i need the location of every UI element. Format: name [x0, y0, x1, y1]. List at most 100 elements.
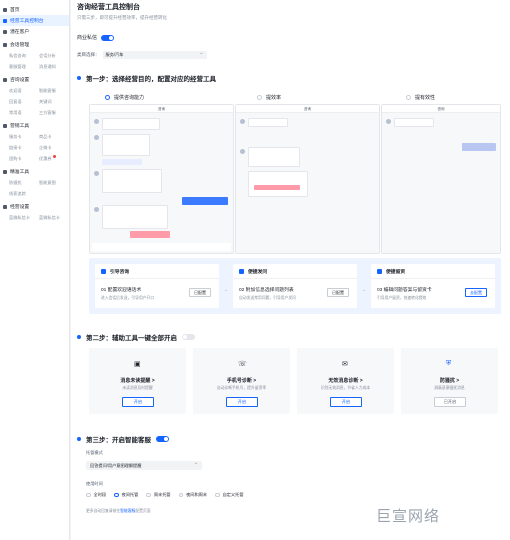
- target-icon: [3, 169, 7, 174]
- flow-card-title: 03 编辑问题答案与留资卡: [377, 288, 432, 293]
- purpose-option-efficiency[interactable]: 提效率: [257, 94, 281, 101]
- radio-icon: [215, 492, 220, 498]
- phone-header: 咨询: [236, 105, 379, 113]
- chat-bubble: [102, 159, 142, 165]
- sidebar-group-precise[interactable]: 精准工具: [0, 166, 69, 177]
- sidebar-item-console[interactable]: 经营工具控制台: [0, 15, 69, 26]
- time-option[interactable]: 夜间托管: [114, 492, 138, 498]
- time-options: 全时段 夜间托管 周末托管 夜间和周末 自定义托管: [86, 492, 252, 498]
- form-icon: [377, 269, 382, 274]
- sidebar-sub-item[interactable]: 线索追踪: [9, 188, 39, 199]
- sidebar: 首页 经营工具控制台 潜在客户 会话管理 私信咨询 会话分析 客服管理 消息通知…: [0, 0, 70, 540]
- sidebar-sub-item[interactable]: 智能客服: [39, 85, 69, 96]
- chat-bubble: [248, 171, 308, 197]
- industry-select[interactable]: 服务/汽车: [102, 49, 207, 59]
- industry-label: 类目选择：: [77, 52, 100, 57]
- phone-icon: ☏: [238, 361, 247, 368]
- sidebar-sub-item[interactable]: 客服管理: [9, 61, 39, 72]
- sidebar-group-marketing[interactable]: 营销工具: [0, 120, 69, 131]
- step3-title: 第三步：开启智能客服: [77, 434, 169, 444]
- mode-label: 托管模式: [86, 450, 103, 455]
- sidebar-sub-item[interactable]: 关键词: [39, 96, 69, 107]
- tool-title-link[interactable]: 无效消息诊断 >: [297, 377, 394, 384]
- configure-button[interactable]: 去配置: [465, 288, 487, 297]
- sidebar-item-customers[interactable]: 潜在客户: [0, 26, 69, 37]
- mode-select[interactable]: 回答提问/用户意图理解提醒: [86, 459, 202, 470]
- purpose-option-effective[interactable]: 提有效性: [406, 94, 435, 101]
- sidebar-item-home[interactable]: 首页: [0, 4, 69, 15]
- phone-preview-2: 咨询: [235, 104, 380, 254]
- chat-bubble-user: [462, 143, 496, 151]
- sidebar-sub-item[interactable]: 团购卡: [9, 153, 39, 164]
- form-submit-preview: [130, 231, 170, 238]
- time-option[interactable]: 自定义托管: [215, 492, 244, 498]
- sidebar-sub-item[interactable]: 蓝微私信卡: [39, 212, 69, 223]
- phone-input-bar: [92, 243, 231, 251]
- tool-desc: 屏蔽恶意骚扰消息: [434, 386, 465, 390]
- sidebar-group-account[interactable]: 经营设置: [0, 201, 69, 212]
- tool-desc: 识别无效消息，节省人力成本: [320, 386, 371, 390]
- sidebar-group-conversation[interactable]: 会话管理: [0, 39, 69, 50]
- account-icon: [3, 204, 7, 209]
- tool-card-phone: ☏ 手机号诊断 > 自动诊断手机号，提升留资率 开启: [193, 348, 290, 414]
- shield-icon: ⛨: [446, 360, 452, 367]
- phone-header: 咨询: [382, 105, 500, 113]
- step-dot: [77, 335, 81, 339]
- tool-title-link[interactable]: 防骚扰 >: [401, 377, 498, 384]
- page-subtitle: 只需三步，即可提升经营效率，提升经营转化: [77, 15, 167, 20]
- industry-row: 类目选择： 服务/汽车: [77, 49, 207, 59]
- avatar: [94, 171, 99, 176]
- enable-button[interactable]: 开启: [122, 397, 154, 407]
- step2-title: 第二步：辅助工具一键全部开启: [77, 332, 195, 342]
- flow-card-desc: 进入会话后发送，引导用户开口: [101, 296, 155, 300]
- tool-card-unread: ▣ 消息未读提醒 > 未读消息及时提醒 开启: [89, 348, 186, 414]
- enable-button[interactable]: 开启: [226, 397, 258, 407]
- radio-icon: [406, 95, 411, 100]
- step3-toggle[interactable]: [156, 436, 169, 442]
- tool-card-invalid: ✉ 无效消息诊断 > 识别无效消息，节省人力成本 开启: [297, 348, 394, 414]
- chat-bubble-user: [182, 197, 228, 205]
- avatar: [240, 149, 245, 154]
- sidebar-sub-item[interactable]: 回复语: [9, 96, 39, 107]
- tool-title-link[interactable]: 消息未读提醒 >: [89, 377, 186, 384]
- enabled-button[interactable]: 已开启: [434, 397, 466, 407]
- time-option[interactable]: 周末托管: [146, 492, 171, 498]
- flow-card-title: 01 配置欢迎语话术: [101, 288, 142, 293]
- sidebar-sub-item[interactable]: 会话分析: [39, 50, 69, 61]
- sidebar-sub-item[interactable]: 三方客服: [39, 107, 69, 118]
- watermark: 巨宣网络: [376, 507, 441, 525]
- radio-icon: [178, 492, 184, 498]
- sidebar-sub-item[interactable]: 服务卡: [9, 131, 39, 142]
- time-option[interactable]: 全时段: [86, 492, 106, 498]
- sidebar-sub-item[interactable]: 防骚扰: [9, 177, 39, 188]
- configured-button[interactable]: 已配置: [327, 288, 349, 297]
- sidebar-sub-item[interactable]: 商品卡: [39, 131, 69, 142]
- sidebar-group-consult-settings[interactable]: 咨询设置: [0, 74, 69, 85]
- sidebar-sub-item[interactable]: 企微卡: [39, 142, 69, 153]
- private-msg-toggle[interactable]: [101, 34, 115, 41]
- sidebar-sub-item[interactable]: 智能意图: [39, 177, 69, 188]
- enable-button[interactable]: 开启: [330, 397, 362, 407]
- sidebar-sub-item[interactable]: 优惠券: [39, 153, 69, 164]
- message-icon: ▣: [134, 361, 141, 368]
- sidebar-sub-item[interactable]: 欢迎语: [9, 85, 39, 96]
- tool-title-link[interactable]: 手机号诊断 >: [193, 377, 290, 384]
- sidebar-sub-item[interactable]: 消息通知: [39, 61, 69, 72]
- home-icon: [3, 7, 7, 12]
- step2-toggle[interactable]: [182, 334, 195, 340]
- sidebar-sub-item[interactable]: 蓝微私信卡: [9, 212, 39, 223]
- smart-service-link[interactable]: 智能客服: [120, 509, 135, 513]
- chat-bubble: [102, 134, 150, 156]
- settings-icon: [3, 77, 7, 82]
- sidebar-sub-item[interactable]: 私信咨询: [9, 50, 39, 61]
- purpose-option-consult[interactable]: 提供咨询能力: [105, 94, 144, 101]
- arrow-right-icon: →: [223, 287, 228, 293]
- sidebar-sub-item[interactable]: 常用语: [9, 107, 39, 118]
- chat-bubble: [248, 118, 288, 127]
- phone-preview-3: 咨询: [381, 104, 501, 254]
- configured-button[interactable]: 已配置: [189, 288, 211, 297]
- time-option[interactable]: 夜间和周末: [178, 492, 207, 498]
- radio-icon: [86, 492, 91, 498]
- flow-card-guide: 引导咨询 01 配置欢迎语话术 进入会话后发送，引导用户开口 已配置: [95, 264, 219, 308]
- sidebar-sub-item[interactable]: 链接卡: [9, 142, 39, 153]
